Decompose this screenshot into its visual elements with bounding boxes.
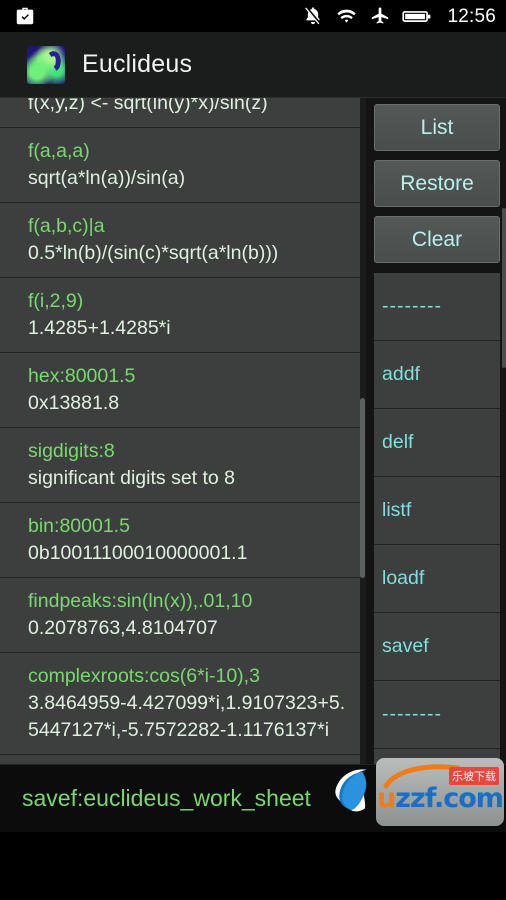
command-item-listf[interactable]: listf: [374, 477, 500, 545]
result-value: 0x13881.8: [28, 392, 120, 414]
result-row[interactable]: f(x,y,z) <- sqrt(ln(y)*x)/sin(z)f(x,y,z)…: [0, 98, 360, 128]
result-row[interactable]: findpeaks:sin(ln(x)),.01,10 0.2078763,4.8…: [0, 578, 360, 653]
result-row[interactable]: f(i,2,9) 1.4285+1.4285*i: [0, 278, 360, 353]
sidebar-button-group: List Restore Clear: [374, 104, 500, 263]
result-value: significant digits set to 8: [28, 467, 236, 489]
result-row[interactable]: f(a,a,a) sqrt(a*ln(a))/sin(a): [0, 128, 360, 203]
result-row[interactable]: sigdigits:8 significant digits set to 8: [0, 428, 360, 503]
result-value: sqrt(a*ln(a))/sin(a): [28, 167, 186, 189]
scrollbar-thumb[interactable]: [360, 398, 365, 578]
result-expression: bin:80001.5: [28, 515, 130, 537]
command-item-addf[interactable]: addf: [374, 341, 500, 409]
result-row[interactable]: f(a,b,c)|a 0.5*ln(b)/(sin(c)*sqrt(a*ln(b)…: [0, 203, 360, 278]
result-row[interactable]: bin:80001.5 0b10011100010000001.1: [0, 503, 360, 578]
bell-muted-icon: [305, 6, 322, 25]
sidebar-button-restore[interactable]: Restore: [374, 160, 500, 207]
command-item-loadf[interactable]: loadf: [374, 545, 500, 613]
result-row[interactable]: hex:80001.5 0x13881.8: [0, 353, 360, 428]
result-expression: f(a,a,a): [28, 140, 90, 162]
command-list-items: --------addfdelflistfloadfsavef--------s…: [374, 273, 500, 812]
wifi-icon: [337, 9, 357, 23]
result-expression: f(i,2,9): [28, 290, 84, 312]
command-item-label: delf: [382, 431, 414, 453]
result-expression: complexroots:cos(6*i-10),3: [28, 665, 260, 687]
app-title: Euclideus: [82, 50, 193, 78]
result-row[interactable]: complexroots:cos(6*i-10),3 3.8464959-4.42…: [0, 653, 360, 755]
command-item-label: addf: [382, 363, 420, 385]
command-separator: --------: [374, 273, 500, 341]
content-area: f(x,y,z) <- sqrt(ln(y)*x)/sin(z)f(x,y,z)…: [0, 98, 506, 832]
result-value: 0b10011100010000001.1: [28, 542, 248, 564]
result-list-scrollbar[interactable]: [360, 98, 365, 832]
command-item-label: loadf: [382, 567, 425, 589]
command-sidebar: List Restore Clear -------- addf delf listf lo…: [366, 98, 506, 832]
status-bar-right: 12:56: [302, 5, 496, 27]
result-expression: f(a,b,c)|a: [28, 215, 105, 237]
command-list-scrollbar[interactable]: [502, 208, 506, 368]
command-item-delf[interactable]: delf: [374, 409, 500, 477]
sidebar-button-clear[interactable]: Clear: [374, 216, 500, 263]
briefcase-check-icon: [16, 7, 34, 25]
result-value: 3.8464959-4.427099*i,1.9107323+5.5447127…: [28, 692, 346, 741]
result-list-inner: f(x,y,z) <- sqrt(ln(y)*x)/sin(z)f(x,y,z)…: [0, 98, 366, 830]
result-value: 1.4285+1.4285*i: [28, 317, 171, 339]
command-item-savef[interactable]: savef: [374, 613, 500, 681]
command-separator: --------: [374, 681, 500, 749]
result-list[interactable]: f(x,y,z) <- sqrt(ln(y)*x)/sin(z)f(x,y,z)…: [0, 98, 366, 832]
result-value: f(x,y,z) <- sqrt(ln(y)*x)/sin(z): [28, 98, 268, 114]
command-input-bar[interactable]: [0, 764, 506, 832]
result-expression: findpeaks:sin(ln(x)),.01,10: [28, 590, 253, 612]
wave-app-icon: [27, 45, 65, 84]
command-input[interactable]: [22, 785, 352, 812]
status-bar: 12:56: [0, 0, 506, 32]
command-item-label: savef: [382, 635, 429, 657]
result-value: 0.5*ln(b)/(sin(c)*sqrt(a*ln(b))): [28, 242, 279, 264]
status-bar-clock: 12:56: [447, 5, 496, 27]
sidebar-button-list[interactable]: List: [374, 104, 500, 151]
status-bar-left: [14, 5, 36, 27]
app-action-bar: Euclideus: [0, 32, 506, 98]
battery-icon: [402, 11, 431, 22]
command-list[interactable]: --------addfdelflistfloadfsavef--------s…: [374, 272, 500, 812]
result-expression: hex:80001.5: [28, 365, 136, 387]
result-expression: sigdigits:8: [28, 440, 115, 462]
result-value: 0.2078763,4.8104707: [28, 617, 218, 639]
separator-dashes: --------: [382, 703, 442, 725]
separator-dashes: --------: [382, 295, 442, 317]
airplane-mode-icon: [372, 7, 389, 24]
command-item-label: listf: [382, 499, 412, 521]
